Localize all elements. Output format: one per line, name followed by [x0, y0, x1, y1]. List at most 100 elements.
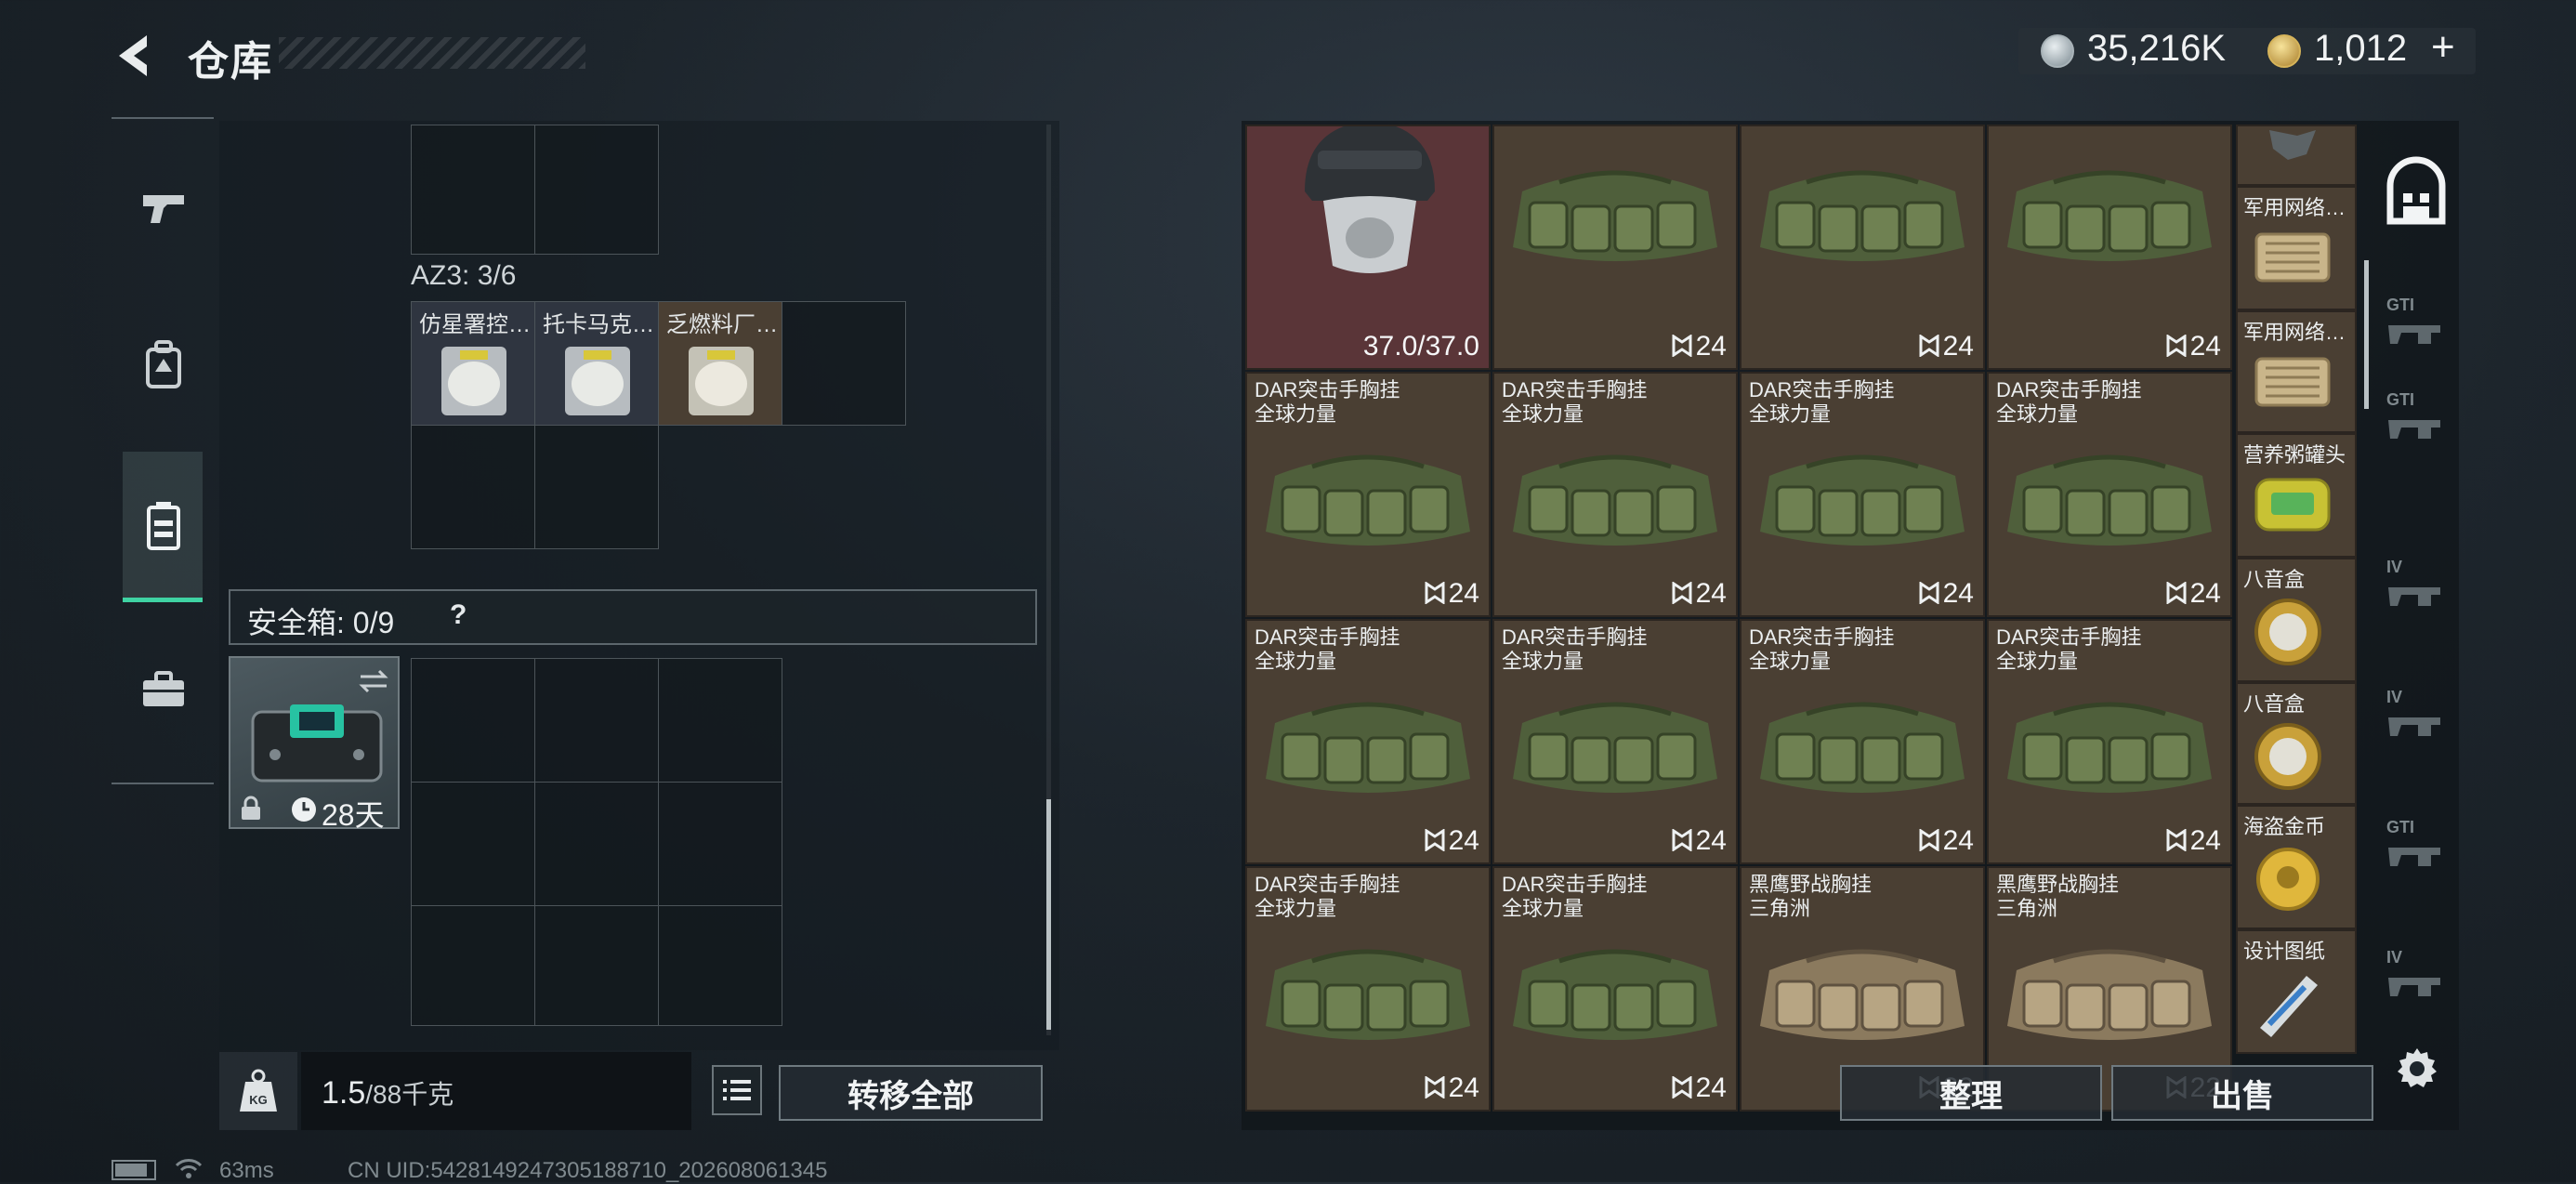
item-brand: 全球力量: [1996, 402, 2079, 426]
safe-slot[interactable]: [658, 782, 782, 906]
item-quantity-value: 24: [1942, 578, 1974, 609]
sort-button[interactable]: 整理: [1840, 1065, 2102, 1121]
item-quantity: 24: [1672, 578, 1727, 610]
nav-storage[interactable]: [126, 489, 201, 563]
swap-icon[interactable]: [357, 667, 390, 695]
weight-indicator: KG: [219, 1052, 297, 1130]
stash-item[interactable]: 24: [1987, 125, 2232, 370]
item-brand: 三角洲: [1749, 897, 1811, 920]
safe-slot[interactable]: [658, 905, 782, 1026]
gold-coin-item-icon: [2256, 848, 2320, 911]
lock-icon: [242, 796, 260, 820]
safe-slot[interactable]: [411, 782, 535, 906]
category-tab[interactable]: GTI: [2375, 296, 2459, 388]
safe-slot[interactable]: [411, 658, 535, 783]
battery-icon: [112, 1160, 156, 1180]
stash-item[interactable]: DAR突击手胸挂 全球力量 24: [1492, 372, 1738, 617]
safe-slot[interactable]: [411, 905, 535, 1026]
weapon-silhouette-icon: [2388, 587, 2440, 606]
weight-kg-icon: KG: [240, 1069, 277, 1112]
stash-side-item[interactable]: 海盗金币: [2236, 805, 2357, 929]
backpack-icon: [146, 340, 181, 388]
category-tab[interactable]: IV: [2375, 948, 2459, 1041]
item-brand: 全球力量: [1255, 402, 1337, 426]
stash-item[interactable]: DAR突击手胸挂 全球力量 24: [1245, 866, 1491, 1112]
stash-item[interactable]: 37.0/37.0: [1245, 125, 1491, 370]
safe-slot[interactable]: [534, 905, 659, 1026]
grid-slot[interactable]: [534, 425, 659, 549]
helmet-icon: [1305, 126, 1435, 273]
stash-side-item[interactable]: [2236, 125, 2357, 186]
stash-item[interactable]: DAR突击手胸挂 全球力量 24: [1740, 372, 1985, 617]
title-decoration: [279, 37, 585, 69]
silver-coin-icon: [2041, 34, 2074, 68]
settings-button[interactable]: [2394, 1045, 2440, 1091]
category-label: IV: [2386, 688, 2403, 706]
az3-item-slot[interactable]: 托卡马克…: [534, 301, 659, 426]
chest-rig-icon: [1513, 702, 1717, 793]
stash-side-item[interactable]: 营养粥罐头: [2236, 433, 2357, 558]
right-scrollbar[interactable]: [2364, 260, 2369, 409]
grid-slot[interactable]: [534, 125, 659, 255]
chest-rig-icon: [1760, 454, 1965, 546]
grid-slot[interactable]: [411, 125, 535, 255]
music-box-icon: [2254, 599, 2321, 665]
item-quantity: 24: [1919, 578, 1974, 610]
chest-rig-icon: [1266, 702, 1470, 793]
item-durability: 37.0/37.0: [1362, 331, 1479, 362]
add-currency-button[interactable]: +: [2431, 24, 2455, 71]
item-quantity: 24: [1919, 331, 1974, 362]
back-arrow-icon[interactable]: [110, 30, 162, 82]
item-name: DAR突击手胸挂: [1502, 873, 1648, 896]
stash-item[interactable]: 24: [1492, 125, 1738, 370]
nav-weapons[interactable]: [126, 169, 201, 243]
az3-item-slot[interactable]: 仿星署控…: [411, 301, 535, 426]
item-quantity-value: 24: [1695, 331, 1727, 362]
sell-button[interactable]: 出售: [2111, 1065, 2373, 1121]
item-name: DAR突击手胸挂: [1996, 378, 2142, 401]
grid-slot[interactable]: [411, 425, 535, 549]
stash-item[interactable]: DAR突击手胸挂 全球力量 24: [1492, 619, 1738, 864]
stash-side-item[interactable]: 设计图纸: [2236, 929, 2357, 1054]
category-tab[interactable]: GTI: [2375, 818, 2459, 911]
category-tab[interactable]: IV: [2375, 558, 2459, 651]
item-name: 托卡马克…: [543, 312, 654, 337]
az3-item-slot[interactable]: 乏燃料厂…: [658, 301, 782, 426]
item-quantity-value: 24: [2189, 825, 2221, 856]
stash-item[interactable]: DAR突击手胸挂 全球力量 24: [1740, 619, 1985, 864]
left-scrollbar[interactable]: [1046, 799, 1051, 1030]
item-quantity: 24: [2166, 825, 2221, 857]
help-button[interactable]: ?: [450, 599, 467, 631]
stash-item[interactable]: DAR突击手胸挂 全球力量 24: [1245, 619, 1491, 864]
stash-item[interactable]: DAR突击手胸挂 全球力量 24: [1987, 619, 2232, 864]
safe-slot[interactable]: [658, 658, 782, 783]
network-device-icon: [2254, 357, 2331, 407]
item-quantity: 24: [1672, 331, 1727, 362]
item-name: 黑鹰野战胸挂: [1749, 873, 1873, 896]
category-all[interactable]: [2381, 156, 2451, 234]
stash-side-item[interactable]: 军用网络…: [2236, 186, 2357, 310]
category-tab[interactable]: GTI: [2375, 390, 2459, 483]
stash-side-item[interactable]: 八音盒: [2236, 558, 2357, 682]
gadget-icon: [2269, 130, 2316, 160]
nav-toolbox[interactable]: [126, 652, 201, 727]
chest-rig-icon: [2007, 454, 2212, 546]
transfer-all-button[interactable]: 转移全部: [779, 1065, 1043, 1121]
weapon-silhouette-icon: [2388, 420, 2440, 439]
list-view-button[interactable]: [712, 1065, 762, 1115]
stash-side-item[interactable]: 军用网络…: [2236, 310, 2357, 433]
stash-item[interactable]: DAR突击手胸挂 全球力量 24: [1987, 372, 2232, 617]
stash-item[interactable]: DAR突击手胸挂 全球力量 24: [1245, 372, 1491, 617]
nav-equipment[interactable]: [126, 327, 201, 401]
safe-box-item[interactable]: 28天: [229, 656, 400, 832]
stash-side-item[interactable]: 八音盒: [2236, 682, 2357, 805]
page-title: 仓库: [188, 39, 273, 85]
safe-slot[interactable]: [534, 658, 659, 783]
category-tab[interactable]: IV: [2375, 688, 2459, 781]
stash-item[interactable]: 24: [1740, 125, 1985, 370]
music-box-icon: [2254, 723, 2321, 790]
svg-text:KG: KG: [249, 1093, 268, 1107]
grid-slot[interactable]: [782, 301, 906, 426]
stash-item[interactable]: DAR突击手胸挂 全球力量 24: [1492, 866, 1738, 1112]
safe-slot[interactable]: [534, 782, 659, 906]
